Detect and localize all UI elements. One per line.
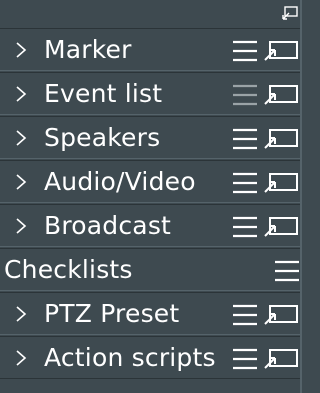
hamburger-menu-icon[interactable] — [232, 171, 258, 195]
row-label: Broadcast — [44, 211, 172, 240]
chevron-right-icon[interactable] — [14, 173, 28, 191]
hamburger-menu-icon[interactable] — [232, 127, 258, 151]
panel-row-action-scripts[interactable]: Action scripts — [0, 336, 302, 379]
hamburger-menu-icon[interactable] — [232, 39, 258, 63]
chevron-right-icon[interactable] — [14, 129, 28, 147]
chevron-right-icon[interactable] — [14, 85, 28, 103]
row-label: Audio/Video — [44, 167, 196, 196]
row-label: Action scripts — [44, 343, 216, 372]
panel-row-marker[interactable]: Marker — [0, 28, 302, 71]
popout-window-icon[interactable] — [263, 172, 299, 194]
popout-window-icon[interactable] — [263, 128, 299, 150]
panel-row-broadcast[interactable]: Broadcast — [0, 204, 302, 247]
panel-row-speakers[interactable]: Speakers — [0, 116, 302, 159]
panel-list: Marker Event list Speakers Audio/Video Broad… — [0, 0, 302, 393]
panel-bottom-strip — [0, 378, 302, 393]
hamburger-menu-icon[interactable] — [232, 83, 258, 107]
panel-row-checklists[interactable]: Checklists — [0, 248, 302, 291]
chevron-right-icon[interactable] — [14, 217, 28, 235]
row-label: PTZ Preset — [44, 299, 180, 328]
hamburger-menu-icon[interactable] — [232, 347, 258, 371]
row-label: Speakers — [44, 123, 161, 152]
popout-window-icon[interactable] — [263, 348, 299, 370]
panel-topbar — [0, 0, 302, 26]
chevron-right-icon[interactable] — [14, 349, 28, 367]
hamburger-menu-icon[interactable] — [232, 303, 258, 327]
popout-window-icon[interactable] — [263, 216, 299, 238]
panel-row-event-list[interactable]: Event list — [0, 72, 302, 115]
panel-right-edge — [300, 0, 302, 393]
panel-row-audio-video[interactable]: Audio/Video — [0, 160, 302, 203]
panel-row-ptz-preset[interactable]: PTZ Preset — [0, 292, 302, 335]
popout-window-icon[interactable] — [263, 304, 299, 326]
row-label: Event list — [44, 79, 163, 108]
row-label: Checklists — [4, 255, 133, 284]
chevron-right-icon[interactable] — [14, 41, 28, 59]
hamburger-menu-icon[interactable] — [274, 259, 300, 283]
chevron-right-icon[interactable] — [14, 305, 28, 323]
hamburger-menu-icon[interactable] — [232, 215, 258, 239]
popout-window-icon[interactable] — [263, 40, 299, 62]
row-label: Marker — [44, 35, 132, 64]
dock-icon[interactable] — [282, 6, 298, 20]
popout-window-icon[interactable] — [263, 84, 299, 106]
